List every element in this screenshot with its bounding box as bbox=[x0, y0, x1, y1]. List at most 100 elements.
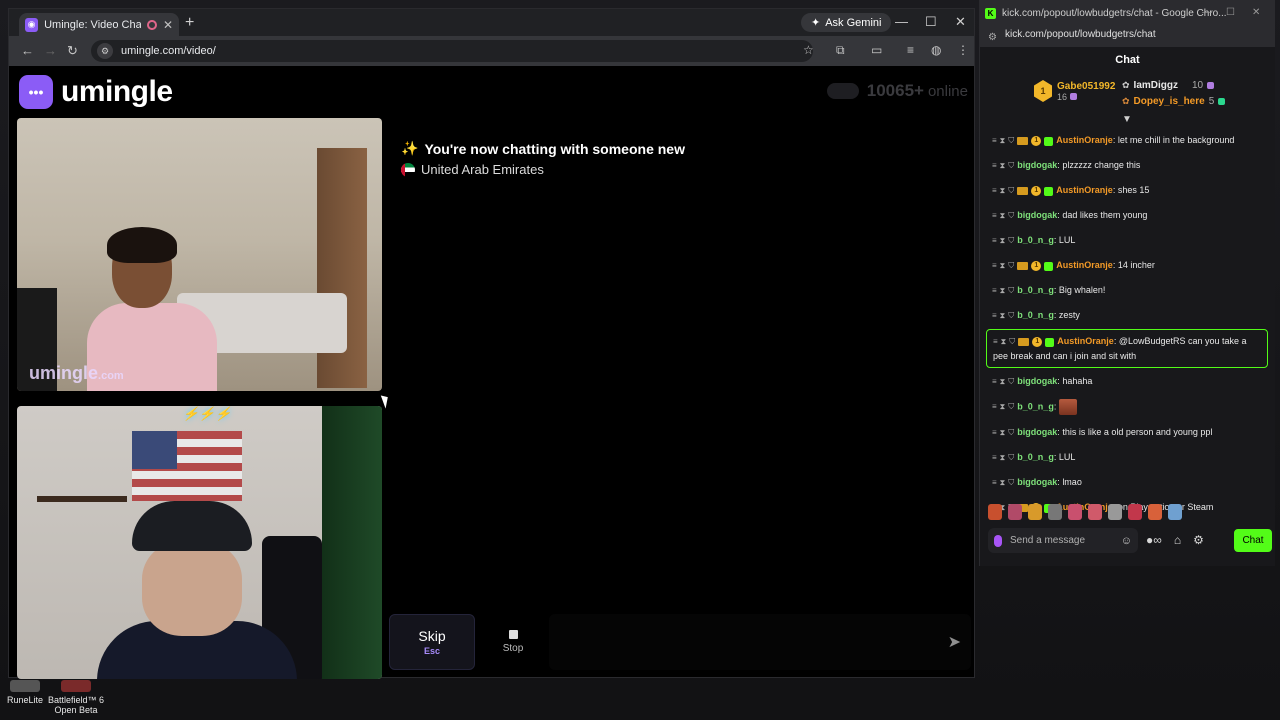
sparkle-icon: ✨ bbox=[401, 140, 419, 156]
leaderboard-second[interactable]: ✿ IamDiggz 10 bbox=[1122, 80, 1215, 91]
maximize-icon[interactable]: ☐ bbox=[925, 14, 937, 30]
site-info-icon[interactable]: ⚙ bbox=[988, 30, 997, 46]
chat-username[interactable]: bigdogak bbox=[1017, 210, 1057, 220]
address-bar: ← → ↻ ⚙ umingle.com/video/ ☆ ⧉ ▭ ≡ ◍ ⋮ bbox=[9, 36, 974, 66]
minimize-icon[interactable]: — bbox=[895, 14, 908, 29]
profile-icon[interactable]: ◍ bbox=[931, 43, 941, 57]
leaderboard-third[interactable]: ✿ Dopey_is_here 5 bbox=[1122, 96, 1226, 107]
minimize-icon[interactable]: — bbox=[1202, 7, 1212, 18]
menu-icon[interactable]: ≡ bbox=[992, 375, 997, 389]
emote-icon[interactable] bbox=[1148, 504, 1162, 520]
store-icon[interactable]: ⌂ bbox=[1174, 533, 1181, 547]
emote-icon[interactable] bbox=[1128, 504, 1142, 520]
emote-icon[interactable] bbox=[1108, 504, 1122, 520]
emote-icon[interactable] bbox=[1068, 504, 1082, 520]
desktop-label: Battlefield™ 6 Open Beta bbox=[47, 695, 105, 715]
kick-points-icon[interactable]: ●∞ bbox=[1146, 533, 1162, 547]
send-chat-button[interactable]: Chat bbox=[1234, 529, 1272, 552]
extensions-icon[interactable]: ⧉ bbox=[836, 43, 845, 58]
chat-message: ≡ ⧗ ⛉ bigdogak: hahaha bbox=[986, 370, 1268, 393]
emote-bar bbox=[988, 504, 1182, 520]
crown-badge-icon bbox=[1017, 262, 1029, 270]
maximize-icon[interactable]: ☐ bbox=[1226, 7, 1235, 18]
emote-icon[interactable] bbox=[988, 504, 1002, 520]
menu-icon[interactable]: ≡ bbox=[992, 259, 997, 273]
message-badges: ≡ ⧗ ⛉ bbox=[992, 400, 1014, 414]
chat-message: ≡ ⧗ ⛉ bigdogak: plzzzzz change this bbox=[986, 154, 1268, 177]
menu-icon[interactable]: ≡ bbox=[992, 209, 997, 223]
chat-input-field[interactable]: Send a message ☺ bbox=[988, 528, 1138, 553]
cast-icon[interactable]: ▭ bbox=[871, 43, 882, 57]
close-window-icon[interactable]: ✕ bbox=[955, 14, 966, 30]
stop-button[interactable]: Stop bbox=[485, 614, 541, 670]
media-controls-icon[interactable]: ≡ bbox=[907, 43, 914, 57]
chat-username[interactable]: AustinOranje bbox=[1056, 135, 1113, 145]
chat-username[interactable]: bigdogak bbox=[1017, 376, 1057, 386]
chat-username[interactable]: AustinOranje bbox=[1057, 336, 1114, 346]
url-text: umingle.com/video/ bbox=[121, 45, 216, 57]
close-tab-icon[interactable]: ✕ bbox=[163, 18, 173, 32]
umingle-logo[interactable]: ••• umingle bbox=[19, 75, 173, 109]
online-toggle[interactable] bbox=[826, 83, 859, 99]
filter-icon[interactable]: ▼ bbox=[1122, 114, 1132, 125]
chat-username[interactable]: b_0_n_g bbox=[1017, 452, 1054, 462]
reload-icon[interactable]: ↻ bbox=[67, 43, 78, 59]
chat-username[interactable]: b_0_n_g bbox=[1017, 310, 1054, 320]
menu-icon[interactable]: ≡ bbox=[992, 159, 997, 173]
emote-icon[interactable] bbox=[1088, 504, 1102, 520]
chat-text: lmao bbox=[1062, 477, 1082, 487]
chat-username[interactable]: AustinOranje bbox=[1056, 260, 1113, 270]
menu-icon[interactable]: ≡ bbox=[992, 309, 997, 323]
skip-shortcut: Esc bbox=[423, 646, 440, 656]
menu-icon[interactable]: ≡ bbox=[992, 451, 997, 465]
emote-icon[interactable] bbox=[1168, 504, 1182, 520]
menu-icon[interactable]: ≡ bbox=[992, 476, 997, 490]
hourglass-icon: ⧗ bbox=[999, 478, 1006, 487]
ask-gemini-button[interactable]: ✦ Ask Gemini bbox=[801, 13, 892, 32]
forward-arrow-icon[interactable]: → bbox=[44, 43, 57, 58]
shield-icon: ⛉ bbox=[1008, 311, 1015, 320]
skip-button[interactable]: Skip Esc bbox=[389, 614, 475, 670]
menu-icon[interactable]: ≡ bbox=[992, 134, 997, 148]
menu-icon[interactable]: ≡ bbox=[992, 184, 997, 198]
watermark-text: umingle bbox=[29, 363, 99, 383]
emote-icon[interactable] bbox=[1008, 504, 1022, 520]
menu-icon[interactable]: ≡ bbox=[992, 400, 997, 414]
desktop-icon-battlefield[interactable]: Battlefield™ 6 Open Beta bbox=[46, 680, 106, 715]
site-info-icon[interactable]: ⚙ bbox=[97, 43, 113, 59]
emote-icon[interactable] bbox=[1028, 504, 1042, 520]
menu-icon[interactable]: ≡ bbox=[992, 426, 997, 440]
kick-logo-icon: K bbox=[985, 8, 996, 19]
close-window-icon[interactable]: ✕ bbox=[1252, 7, 1260, 18]
send-arrow-icon[interactable]: ➤ bbox=[948, 632, 961, 652]
tab-umingle[interactable]: ◉ Umingle: Video Chat with S ✕ bbox=[19, 13, 179, 36]
url-field[interactable]: ⚙ umingle.com/video/ bbox=[91, 40, 813, 62]
gemini-label: Ask Gemini bbox=[825, 16, 882, 29]
chat-username[interactable]: AustinOranje bbox=[1056, 185, 1113, 195]
chat-username[interactable]: b_0_n_g bbox=[1017, 285, 1054, 295]
emoji-picker-icon[interactable]: ☺ bbox=[1121, 535, 1132, 547]
menu-icon[interactable]: ≡ bbox=[993, 335, 998, 349]
chat-username[interactable]: bigdogak bbox=[1017, 477, 1057, 487]
new-tab-button[interactable]: + bbox=[185, 14, 194, 32]
leaderboard-third-name: Dopey_is_here bbox=[1133, 96, 1205, 107]
chat-username[interactable]: bigdogak bbox=[1017, 427, 1057, 437]
back-arrow-icon[interactable]: ← bbox=[21, 43, 34, 58]
menu-dots-icon[interactable]: ⋮ bbox=[957, 43, 969, 57]
shield-icon: ⛉ bbox=[1008, 136, 1015, 145]
chat-username[interactable]: bigdogak bbox=[1017, 160, 1057, 170]
chat-username[interactable]: b_0_n_g bbox=[1017, 235, 1054, 245]
message-input[interactable]: ➤ bbox=[549, 614, 971, 670]
menu-icon[interactable]: ≡ bbox=[992, 234, 997, 248]
bookmark-star-icon[interactable]: ☆ bbox=[803, 43, 814, 57]
chat-username[interactable]: b_0_n_g bbox=[1017, 401, 1054, 411]
shield-icon: ⛉ bbox=[1008, 377, 1015, 386]
microphone-icon[interactable] bbox=[994, 534, 1002, 547]
menu-icon[interactable]: ≡ bbox=[992, 284, 997, 298]
settings-gear-icon[interactable]: ⚙ bbox=[1193, 533, 1204, 547]
chat-url-bar[interactable]: ⚙ kick.com/popout/lowbudgetrs/chat bbox=[980, 27, 1275, 47]
leaderboard-first[interactable]: 1 Gabe051992 16 bbox=[1034, 80, 1115, 102]
hourglass-icon: ⧗ bbox=[999, 161, 1006, 170]
person-cap bbox=[132, 501, 252, 551]
emote-icon[interactable] bbox=[1048, 504, 1062, 520]
